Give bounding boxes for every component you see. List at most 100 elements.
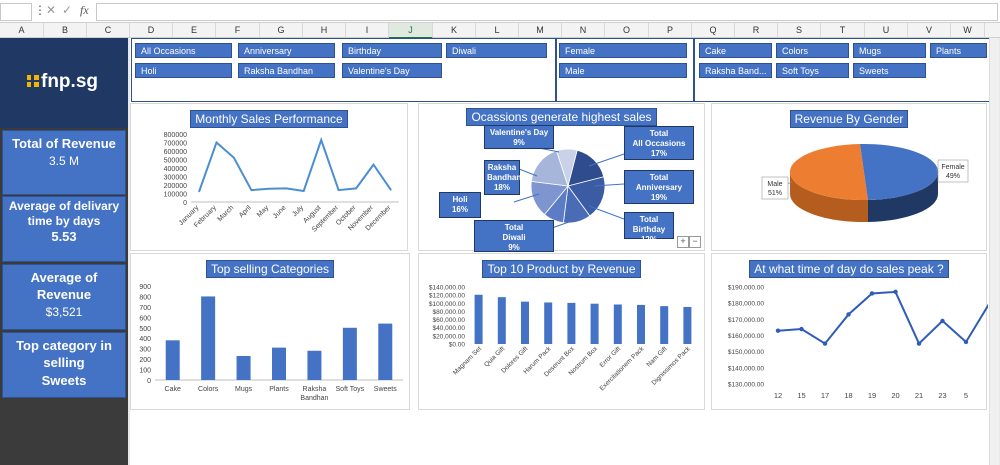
cancel-icon[interactable]: ✕	[46, 3, 56, 17]
x-tick-label: April	[238, 204, 253, 219]
y-tick-label: 0	[183, 200, 187, 207]
x-tick-label: March	[217, 204, 236, 223]
y-tick-label: 700	[139, 305, 151, 312]
column-header-h[interactable]: H	[303, 23, 346, 37]
data-label: Total Birthday 12%	[624, 212, 674, 244]
slicer-item-occasion[interactable]: Raksha Bandhan	[238, 63, 335, 78]
series-line	[777, 290, 988, 346]
series-line	[198, 136, 392, 193]
column-header-p[interactable]: P	[649, 23, 692, 37]
slicer-item-category[interactable]: Plants	[930, 43, 987, 58]
slicer-item-category[interactable]: Mugs	[853, 43, 926, 58]
x-tick-label: Exercitationem Pack	[599, 345, 646, 392]
y-tick-label: $130,000.00	[728, 382, 765, 389]
column-header-t[interactable]: T	[821, 23, 865, 37]
data-point	[198, 191, 200, 193]
name-box[interactable]	[0, 3, 32, 21]
y-tick-label: $190,000.00	[728, 285, 765, 292]
data-label: Total Diwali 9%	[474, 220, 554, 252]
x-tick-label: Colors	[198, 386, 219, 393]
column-header-row: ABCDEFGHIJKLMNOPQRSTUVW	[0, 23, 1000, 39]
column-header-c[interactable]: C	[87, 23, 130, 37]
slicer-item-category[interactable]: Colors	[776, 43, 849, 58]
x-tick-label: 23	[938, 391, 946, 400]
x-tick-label: 21	[915, 391, 923, 400]
x-tick-label: 20	[891, 391, 899, 400]
data-point	[799, 326, 804, 332]
column-header-u[interactable]: U	[865, 23, 908, 37]
slicer-item-occasion[interactable]: All Occasions	[135, 43, 232, 58]
y-tick-label: 500000	[164, 158, 187, 165]
column-header-q[interactable]: Q	[692, 23, 735, 37]
slicer-item-gender[interactable]: Male	[559, 63, 687, 78]
expand-icon[interactable]: +	[677, 236, 689, 248]
y-tick-label: $140,000.00	[429, 285, 466, 292]
slicer-item-category[interactable]: Raksha Band...	[699, 63, 772, 78]
column-header-i[interactable]: I	[346, 23, 389, 37]
collapse-icon[interactable]: −	[689, 236, 701, 248]
column-header-l[interactable]: L	[476, 23, 519, 37]
formula-input[interactable]	[96, 3, 998, 21]
data-label: Total All Occasions 17%	[624, 126, 694, 160]
vertical-scrollbar[interactable]	[989, 38, 999, 465]
y-tick-label: $120,000.00	[429, 293, 466, 300]
y-tick-label: $100,000.00	[429, 301, 466, 308]
column-header-s[interactable]: S	[778, 23, 821, 37]
x-tick-label: July	[291, 204, 305, 218]
column-header-w[interactable]: W	[951, 23, 985, 37]
kpi-value: 5.53	[51, 229, 77, 244]
y-tick-label: 900	[139, 284, 151, 291]
x-tick-label: Error Gift	[599, 345, 623, 369]
y-tick-label: 200	[139, 357, 151, 364]
slicer-item-occasion[interactable]: Valentine's Day	[342, 63, 442, 78]
column-header-b[interactable]: B	[44, 23, 87, 37]
data-point	[215, 142, 217, 143]
kpi-value: Sweets	[41, 373, 87, 388]
column-header-m[interactable]: M	[519, 23, 562, 37]
slicer-item-occasion[interactable]: Birthday	[342, 43, 442, 58]
fx-icon[interactable]: fx	[80, 3, 89, 18]
column-header-n[interactable]: N	[562, 23, 605, 37]
slicer-item-gender[interactable]: Female	[559, 43, 687, 58]
categories-panel: Top selling Categories 0 100 200 300 400 500 6…	[130, 253, 410, 410]
column-header-e[interactable]: E	[173, 23, 216, 37]
y-tick-label: 400000	[164, 166, 187, 173]
bar	[272, 347, 286, 380]
column-header-g[interactable]: G	[260, 23, 303, 37]
data-point	[916, 341, 922, 346]
y-tick-label: $140,000.00	[728, 365, 765, 372]
x-tick-label: Sweets	[374, 386, 397, 393]
column-header-j[interactable]: J	[389, 23, 433, 39]
column-header-v[interactable]: V	[908, 23, 951, 37]
y-tick-label: 600000	[164, 149, 187, 156]
data-point	[869, 291, 875, 296]
x-tick-label: Quia Gift	[483, 345, 506, 368]
occasions-panel: Ocassions generate highest sales Total A…	[418, 103, 705, 252]
y-tick-label: 600	[139, 315, 151, 322]
enter-icon[interactable]: ✓	[62, 3, 72, 17]
bar	[307, 350, 322, 380]
slicer-item-occasion[interactable]: Holi	[135, 63, 232, 78]
kpi-title: Average of delivary time by days	[8, 199, 120, 228]
y-tick-label: $170,000.00	[728, 317, 765, 324]
column-header-o[interactable]: O	[605, 23, 649, 37]
column-header-k[interactable]: K	[433, 23, 476, 37]
more-options-icon[interactable]: ⋮	[34, 3, 46, 17]
column-header-d[interactable]: D	[130, 23, 173, 37]
y-tick-label: 700000	[164, 141, 187, 148]
column-header-r[interactable]: R	[735, 23, 778, 37]
column-header-a[interactable]: A	[0, 23, 44, 37]
gender-pie-chart: Female 49% Male 51%	[761, 143, 969, 223]
slicer-item-occasion[interactable]: Anniversary	[238, 43, 335, 58]
slicer-item-occasion[interactable]: Diwali	[446, 43, 547, 58]
data-point	[775, 328, 781, 333]
slicer-item-category[interactable]: Sweets	[853, 63, 926, 78]
column-header-f[interactable]: F	[216, 23, 260, 37]
bar	[683, 306, 692, 344]
x-tick-label: June	[272, 204, 288, 220]
data-point	[846, 312, 851, 317]
logo-text: fnp.sg	[41, 71, 98, 92]
data-label: Female	[941, 164, 964, 171]
slicer-item-category[interactable]: Cake	[699, 43, 772, 58]
slicer-item-category[interactable]: Soft Toys	[776, 63, 849, 78]
